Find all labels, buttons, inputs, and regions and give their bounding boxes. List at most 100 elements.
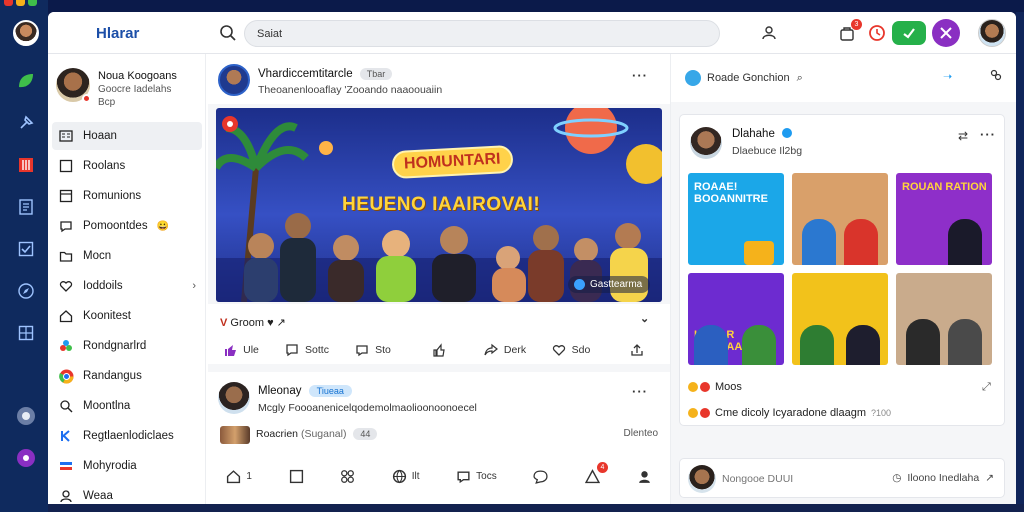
sidebar-item-7[interactable]: Koonitest — [52, 302, 202, 330]
grid-icon[interactable] — [15, 322, 37, 344]
media-tile[interactable]: ROUAN RATION — [896, 173, 992, 265]
profile-card[interactable]: Noua Koogoans Goocre Iadelahs Bcp — [56, 68, 206, 116]
square-button[interactable] — [289, 464, 304, 488]
sidebar-item-label: Roolans — [83, 160, 126, 172]
settings-icon[interactable] — [15, 405, 37, 427]
sidebar-item-8[interactable]: Rondgnarlrd — [52, 332, 202, 360]
arrow-icon[interactable]: ➝ — [943, 70, 952, 83]
sidebar-item-home[interactable]: Hoaan — [52, 122, 202, 150]
avatar[interactable] — [218, 382, 250, 414]
compose-actions[interactable]: ◷ Iloono Inedlaha ↗ — [892, 472, 994, 484]
meta-text: Roacrien — [256, 428, 299, 440]
square-icon — [289, 469, 303, 483]
hero-caption-chip[interactable]: Gasttearma — [568, 276, 651, 293]
media-tile[interactable]: ROAAE! BOOANNITRE — [688, 173, 784, 265]
thumb-button[interactable] — [406, 338, 472, 362]
alert-button[interactable]: 4 — [584, 462, 608, 488]
search-icon[interactable] — [218, 23, 238, 43]
avatar[interactable] — [690, 127, 722, 159]
sidebar-item-13[interactable]: Weaa — [52, 482, 202, 504]
more-icon[interactable]: ··· — [632, 384, 648, 399]
account-avatar[interactable] — [978, 19, 1006, 47]
compose-input[interactable] — [722, 467, 872, 491]
avatar[interactable] — [218, 64, 250, 96]
save-button[interactable]: Sdo — [538, 338, 604, 362]
like-button[interactable]: Ule — [208, 338, 274, 362]
sidebar-item-10[interactable]: Moontlna — [52, 392, 202, 420]
media-tile[interactable]: HOAAR NOEOAAS — [688, 273, 784, 365]
refresh-icon[interactable]: ⇄ — [958, 129, 968, 143]
sidebar-item-4[interactable]: Pomoontdes 😀 — [52, 212, 202, 240]
globe-button[interactable]: Ilt — [392, 464, 420, 488]
doc-icon[interactable] — [15, 196, 37, 218]
action-label: Derk — [503, 344, 527, 356]
profile-button[interactable] — [637, 464, 652, 488]
tile-title: ROAAE! BOOANNITRE — [694, 181, 768, 205]
bag-icon[interactable]: 3 — [836, 19, 862, 44]
search-icon[interactable]: ⌕ — [797, 72, 803, 84]
search-input[interactable] — [244, 20, 720, 47]
media-tile[interactable] — [792, 173, 888, 265]
chat-icon — [356, 345, 368, 357]
more-icon[interactable]: ··· — [632, 68, 648, 83]
sidebar-item-2[interactable]: Roolans — [52, 152, 202, 180]
tools-icon[interactable] — [932, 19, 960, 47]
upload-button[interactable] — [604, 338, 670, 362]
scrollbar[interactable] — [1016, 12, 1024, 504]
post-toolbar: 1 Ilt Tocs 4 — [208, 462, 670, 488]
sidebar-item-6[interactable]: Ioddoils › — [52, 272, 202, 300]
comment-icon — [533, 469, 548, 484]
rail-avatar[interactable] — [13, 20, 39, 46]
more-icon[interactable]: ··· — [980, 127, 996, 142]
chevron-down-icon[interactable]: ⌄ — [640, 312, 650, 325]
post-image[interactable]: HOMUNTARI HEUENO IAAIROVAI! Gasttearma — [216, 108, 662, 302]
person-icon — [638, 470, 650, 483]
reaction-summary[interactable]: V Groom ♥ ↗ — [220, 316, 286, 329]
people-icon[interactable] — [989, 68, 1003, 85]
home-button[interactable]: 1 — [226, 464, 252, 488]
card-footer-row[interactable]: Moos — [688, 381, 742, 393]
post-author[interactable]: Mleonay Tiueaa — [258, 385, 352, 397]
sidebar-item-12[interactable]: Mohyrodia — [52, 452, 202, 480]
sidebar-item-11[interactable]: Regtlaenlodiclaes — [52, 422, 202, 450]
comment-button[interactable]: Sottc — [274, 338, 340, 362]
chat-button[interactable]: Tocs — [456, 464, 497, 488]
card-subtitle: Dlaebuce Il2bg — [732, 145, 803, 157]
sidebar-item-label: Rondgnarlrd — [83, 340, 147, 352]
app-rail — [0, 0, 48, 512]
app-logo[interactable]: Hlarar — [96, 25, 139, 42]
sidebar-item-9[interactable]: Randangus — [52, 362, 202, 390]
apps-icon[interactable] — [15, 447, 37, 469]
message-button[interactable]: Sto — [340, 338, 406, 362]
post-author[interactable]: Vhardiccemtitarcle Tbar — [258, 68, 393, 80]
sidebar-item-label: Mohyrodia — [83, 460, 137, 472]
leaf-icon[interactable] — [15, 70, 37, 92]
tile-person — [948, 219, 982, 265]
check-icon[interactable] — [892, 21, 926, 45]
post-subtitle: Mcgly Foooanenicelqodemolmaolioonoonoece… — [258, 402, 477, 414]
sidebar-item-3[interactable]: Romunions — [52, 182, 202, 210]
expand-icon[interactable]: ⤢ — [982, 381, 991, 394]
timer-icon[interactable] — [866, 22, 888, 44]
bars-icon[interactable] — [15, 154, 37, 176]
media-tile[interactable] — [896, 273, 992, 365]
check-square-icon[interactable] — [15, 238, 37, 260]
sidebar-item-label: Weaa — [83, 490, 113, 502]
profile-meta: Bcp — [98, 97, 116, 108]
compass-icon[interactable] — [15, 280, 37, 302]
cluster-button[interactable] — [340, 464, 355, 488]
pin-icon[interactable] — [15, 112, 37, 134]
hero-subtitle: HEUENO IAAIROVAI! — [342, 194, 541, 215]
sidebar-item-5[interactable]: Mocn — [52, 242, 202, 270]
sidebar-item-label: Ioddoils — [83, 280, 123, 292]
card-title[interactable]: Dlahahe — [732, 128, 793, 140]
card-footer-row[interactable]: Cme dicoly Icyaradone dlaagm ?100 — [688, 407, 891, 419]
share-button[interactable]: Derk — [472, 338, 538, 362]
comment-button[interactable] — [533, 464, 548, 488]
post-actions: V Groom ♥ ↗ ⌄ Ule Sottc Sto Derk Sdo — [208, 304, 670, 364]
people-icon[interactable] — [758, 22, 780, 44]
emoji-icon — [688, 408, 698, 418]
media-tile[interactable] — [792, 273, 888, 365]
thumbnail[interactable] — [220, 426, 250, 444]
sidebar-item-label: Moontlna — [83, 400, 131, 412]
